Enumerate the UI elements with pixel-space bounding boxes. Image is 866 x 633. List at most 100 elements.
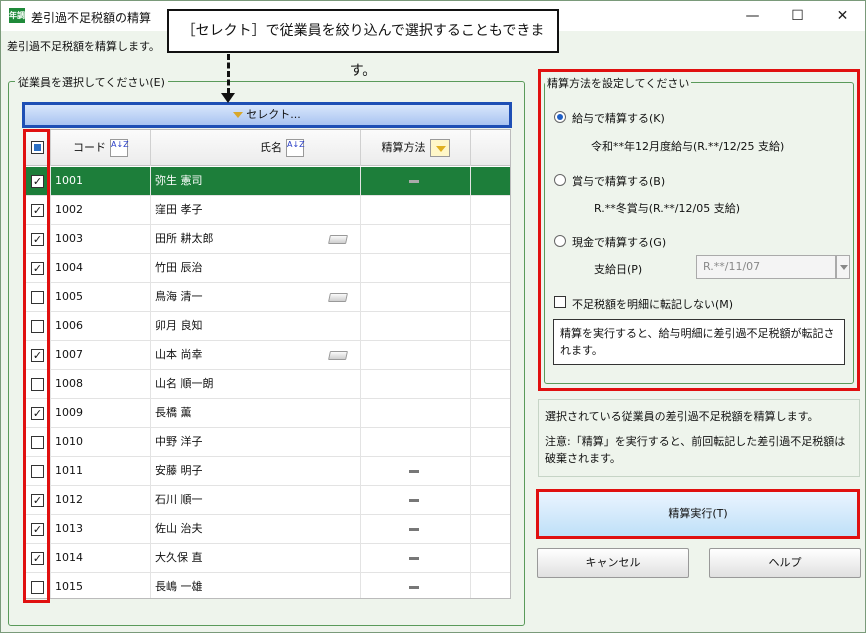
table-row[interactable]: ✓ 1009 長橋 薫 bbox=[24, 399, 510, 428]
table-row[interactable]: ✓ 1003 田所 耕太郎 bbox=[24, 225, 510, 254]
employee-code: 1010 bbox=[51, 428, 151, 456]
cancel-button[interactable]: キャンセル bbox=[537, 548, 689, 578]
table-row[interactable]: ✓ 1013 佐山 治夫 bbox=[24, 515, 510, 544]
employee-code: 1013 bbox=[51, 515, 151, 543]
method-cell bbox=[361, 515, 471, 543]
header-method[interactable]: 精算方法 bbox=[361, 130, 471, 166]
employee-name: 大久保 直 bbox=[155, 551, 203, 564]
table-row[interactable]: ✓ 1007 山本 尚幸 bbox=[24, 341, 510, 370]
table-row[interactable]: ✓ 1012 石川 順一 bbox=[24, 486, 510, 515]
employee-name-cell: 安藤 明子 bbox=[151, 457, 361, 485]
employee-name: 石川 順一 bbox=[155, 493, 203, 506]
employee-name: 中野 洋子 bbox=[155, 435, 203, 448]
table-row[interactable]: 1015 長嶋 一雄 bbox=[24, 573, 510, 598]
app-icon: 年調 bbox=[9, 8, 25, 23]
employee-code: 1008 bbox=[51, 370, 151, 398]
table-row[interactable]: 1010 中野 洋子 bbox=[24, 428, 510, 457]
employee-name-cell: 長橋 薫 bbox=[151, 399, 361, 427]
method-none-icon bbox=[409, 499, 419, 502]
employee-code: 1014 bbox=[51, 544, 151, 572]
table-row[interactable]: ✓ 1001 弥生 憲司 bbox=[24, 167, 510, 196]
employee-name-cell: 山名 順一朗 bbox=[151, 370, 361, 398]
arrow-down-icon bbox=[221, 93, 235, 103]
note-icon[interactable] bbox=[328, 235, 348, 244]
highlight-checkbox-column bbox=[23, 129, 50, 603]
table-row[interactable]: 1008 山名 順一朗 bbox=[24, 370, 510, 399]
method-none-icon bbox=[409, 586, 419, 589]
maximize-button[interactable]: ☐ bbox=[775, 1, 820, 31]
employee-grid: コード A↓Z 氏名 A↓Z 精算方法 ✓ 1001 弥生 憲司 ✓ 1002 窪田 孝子 ✓ 1… bbox=[23, 129, 511, 599]
header-name-label: 氏名 bbox=[260, 141, 282, 154]
header-name[interactable]: 氏名 A↓Z bbox=[151, 130, 361, 166]
header-method-label: 精算方法 bbox=[381, 141, 426, 154]
method-none-icon bbox=[409, 557, 419, 560]
employee-name-cell: 大久保 直 bbox=[151, 544, 361, 572]
triangle-down-icon bbox=[233, 112, 244, 118]
method-cell bbox=[361, 254, 471, 282]
employee-name: 山本 尚幸 bbox=[155, 348, 203, 361]
employee-code: 1002 bbox=[51, 196, 151, 224]
method-cell bbox=[361, 544, 471, 572]
employee-code: 1007 bbox=[51, 341, 151, 369]
execute-button[interactable]: 精算実行(T) bbox=[536, 489, 860, 539]
employee-name-cell: 鳥海 清一 bbox=[151, 283, 361, 311]
method-cell bbox=[361, 428, 471, 456]
select-button-label: セレクト... bbox=[246, 108, 301, 121]
employee-name-cell: 竹田 辰治 bbox=[151, 254, 361, 282]
header-code-label: コード bbox=[73, 141, 106, 154]
close-button[interactable]: ✕ bbox=[820, 1, 865, 31]
note-icon[interactable] bbox=[328, 293, 348, 302]
employee-name-cell: 田所 耕太郎 bbox=[151, 225, 361, 253]
help-button[interactable]: ヘルプ bbox=[709, 548, 861, 578]
note-icon[interactable] bbox=[328, 351, 348, 360]
employee-name: 安藤 明子 bbox=[155, 464, 203, 477]
table-row[interactable]: ✓ 1014 大久保 直 bbox=[24, 544, 510, 573]
method-none-icon bbox=[409, 180, 419, 183]
callout-arrow-line bbox=[227, 54, 230, 94]
select-button[interactable]: セレクト... bbox=[22, 102, 512, 128]
table-row[interactable]: ✓ 1004 竹田 辰治 bbox=[24, 254, 510, 283]
employee-code: 1011 bbox=[51, 457, 151, 485]
employee-name-cell: 窪田 孝子 bbox=[151, 196, 361, 224]
employee-name: 山名 順一朗 bbox=[155, 377, 214, 390]
employee-name: 卯月 良知 bbox=[155, 319, 203, 332]
sort-icon[interactable]: A↓Z bbox=[110, 139, 129, 157]
employee-name-cell: 山本 尚幸 bbox=[151, 341, 361, 369]
employee-name: 長嶋 一雄 bbox=[155, 580, 203, 593]
sort-icon[interactable]: A↓Z bbox=[286, 139, 305, 157]
method-cell bbox=[361, 573, 471, 598]
table-row[interactable]: 1011 安藤 明子 bbox=[24, 457, 510, 486]
employee-name-cell: 石川 順一 bbox=[151, 486, 361, 514]
method-cell bbox=[361, 312, 471, 340]
employee-code: 1006 bbox=[51, 312, 151, 340]
method-cell bbox=[361, 167, 471, 195]
window-title: 差引過不足税額の精算 bbox=[31, 11, 152, 25]
method-cell bbox=[361, 196, 471, 224]
filter-icon[interactable] bbox=[429, 139, 450, 157]
employee-name-cell: 卯月 良知 bbox=[151, 312, 361, 340]
method-cell bbox=[361, 225, 471, 253]
minimize-button[interactable]: — bbox=[730, 1, 775, 31]
highlight-method-group bbox=[538, 69, 860, 391]
employee-name: 窪田 孝子 bbox=[155, 203, 203, 216]
employee-code: 1015 bbox=[51, 573, 151, 598]
dialog-description: 差引過不足税額を精算します。 bbox=[7, 40, 160, 53]
employee-code: 1001 bbox=[51, 167, 151, 195]
method-none-icon bbox=[409, 470, 419, 473]
method-cell bbox=[361, 457, 471, 485]
table-row[interactable]: 1006 卯月 良知 bbox=[24, 312, 510, 341]
employee-name-cell: 弥生 憲司 bbox=[151, 167, 361, 195]
employee-name: 佐山 治夫 bbox=[155, 522, 203, 535]
method-cell bbox=[361, 370, 471, 398]
employee-name-cell: 中野 洋子 bbox=[151, 428, 361, 456]
employee-name: 竹田 辰治 bbox=[155, 261, 203, 274]
header-code[interactable]: コード A↓Z bbox=[51, 130, 151, 166]
table-row[interactable]: 1005 鳥海 清一 bbox=[24, 283, 510, 312]
employee-name: 田所 耕太郎 bbox=[155, 232, 214, 245]
info-line-2: 注意:「精算」を実行すると、前回転記した差引過不足税額は破棄されます。 bbox=[545, 435, 846, 465]
callout-tooltip: ［セレクト］で従業員を絞り込んで選択することもできます。 bbox=[167, 9, 559, 79]
table-row[interactable]: ✓ 1002 窪田 孝子 bbox=[24, 196, 510, 225]
dialog-window: 年調 差引過不足税額の精算 — ☐ ✕ 差引過不足税額を精算します。 従業員を選… bbox=[0, 0, 866, 633]
employee-name: 弥生 憲司 bbox=[155, 174, 203, 187]
method-none-icon bbox=[409, 528, 419, 531]
